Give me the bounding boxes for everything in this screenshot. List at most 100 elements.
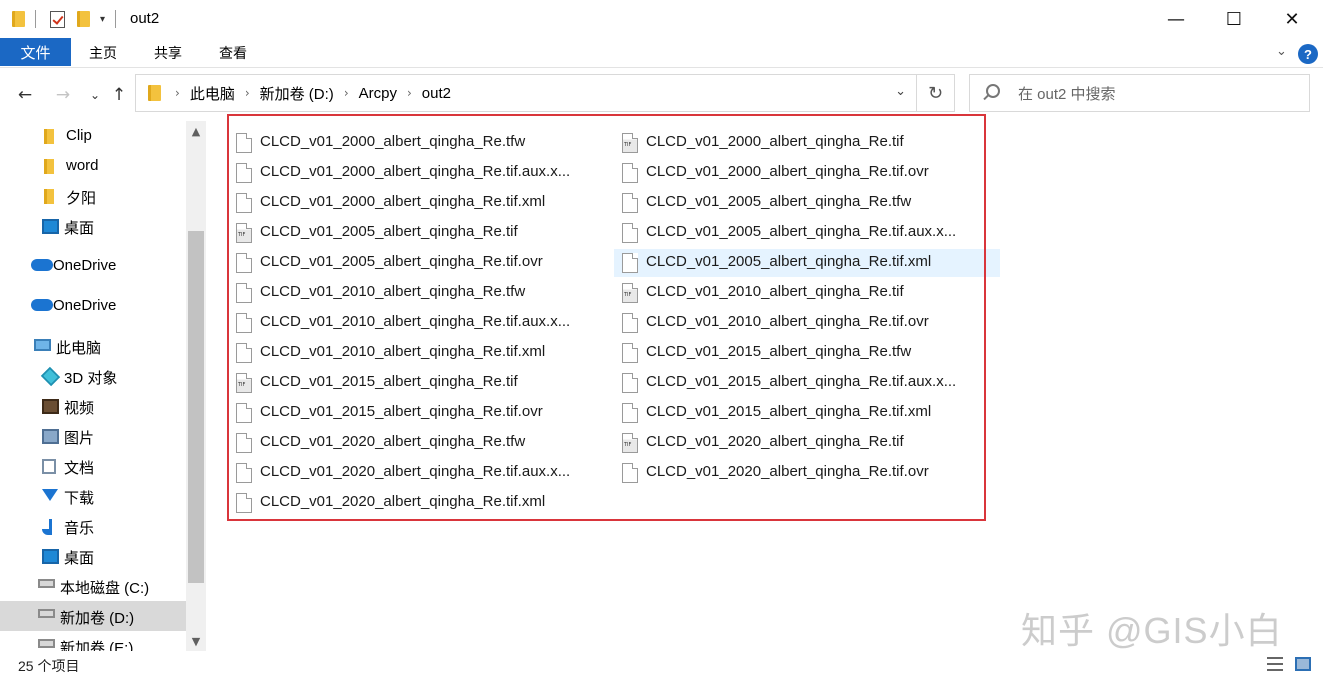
sidebar-item[interactable]: OneDrive [0, 291, 186, 321]
refresh-button[interactable]: ↻ [917, 74, 955, 112]
file-name: CLCD_v01_2000_albert_qingha_Re.tif.xml [260, 193, 546, 210]
minimize-button[interactable]: — [1147, 0, 1205, 38]
status-bar: 25 个项目 [0, 651, 1323, 680]
3d-objects-icon [40, 366, 61, 387]
file-item[interactable]: CLCD_v01_2000_albert_qingha_Re.tif.aux.x… [228, 159, 598, 187]
search-input[interactable] [1018, 83, 1298, 105]
tab-view[interactable]: 查看 [208, 38, 258, 67]
watermark: 知乎 @GIS小白 [1021, 610, 1283, 651]
expand-ribbon-chevron-down-icon[interactable]: ⌄ [1276, 44, 1287, 59]
customize-toolbar-chevron-down-icon[interactable]: ▾ [100, 14, 105, 25]
file-item[interactable]: CLCD_v01_2005_albert_qingha_Re.tif [228, 219, 598, 247]
file-item[interactable]: CLCD_v01_2015_albert_qingha_Re.tfw [614, 339, 1000, 367]
sidebar-item[interactable]: 视频 [0, 391, 186, 421]
large-icons-view-icon[interactable] [1295, 657, 1311, 671]
properties-icon[interactable] [50, 10, 65, 28]
file-item[interactable]: CLCD_v01_2015_albert_qingha_Re.tif [228, 369, 598, 397]
address-bar[interactable]: › 此电脑 › 新加卷 (D:) › Arcpy › out2 ⌄ [135, 74, 917, 112]
documents-icon [42, 459, 56, 474]
file-item[interactable]: CLCD_v01_2020_albert_qingha_Re.tfw [228, 429, 598, 457]
sidebar-item[interactable]: 夕阳 [0, 181, 186, 211]
sidebar-item[interactable]: 桌面 [0, 541, 186, 571]
file-item[interactable]: CLCD_v01_2005_albert_qingha_Re.tif.aux.x… [614, 219, 1000, 247]
file-item[interactable]: CLCD_v01_2000_albert_qingha_Re.tif [614, 129, 1000, 157]
file-name: CLCD_v01_2005_albert_qingha_Re.tif.ovr [260, 253, 543, 270]
back-arrow-icon[interactable]: ← [14, 84, 36, 106]
file-item[interactable]: CLCD_v01_2000_albert_qingha_Re.tif.xml [228, 189, 598, 217]
sidebar-item[interactable]: 桌面 [0, 211, 186, 241]
file-item[interactable]: CLCD_v01_2010_albert_qingha_Re.tif [614, 279, 1000, 307]
generic-file-icon [236, 193, 252, 213]
sidebar-item[interactable]: Clip [0, 121, 186, 151]
close-button[interactable]: ✕ [1263, 0, 1321, 38]
desktop-icon [42, 549, 59, 564]
downloads-icon [42, 489, 58, 501]
file-name: CLCD_v01_2005_albert_qingha_Re.tif.xml [646, 253, 932, 270]
sidebar-item[interactable]: 此电脑 [0, 331, 186, 361]
search-box[interactable] [969, 74, 1310, 112]
file-item[interactable]: CLCD_v01_2010_albert_qingha_Re.tif.ovr [614, 309, 1000, 337]
file-item[interactable]: CLCD_v01_2020_albert_qingha_Re.tif [614, 429, 1000, 457]
onedrive-icon [31, 299, 53, 311]
file-item[interactable]: CLCD_v01_2020_albert_qingha_Re.tif.aux.x… [228, 459, 598, 487]
file-item[interactable]: CLCD_v01_2005_albert_qingha_Re.tfw [614, 189, 1000, 217]
sidebar-item[interactable]: 本地磁盘 (C:) [0, 571, 186, 601]
scroll-down-icon[interactable]: ▼ [186, 631, 206, 651]
breadcrumb-drive-d[interactable]: 新加卷 (D:) [260, 83, 334, 104]
details-view-icon[interactable] [1267, 657, 1283, 671]
file-item[interactable]: CLCD_v01_2010_albert_qingha_Re.tfw [228, 279, 598, 307]
file-list-pane[interactable]: CLCD_v01_2000_albert_qingha_Re.tfw CLCD_v… [206, 121, 1323, 651]
sidebar-item-label: 新加卷 (E:) [60, 640, 134, 651]
scrollbar-thumb[interactable] [188, 231, 204, 583]
generic-file-icon [236, 403, 252, 423]
tif-image-file-icon [622, 283, 638, 303]
recent-locations-chevron-down-icon[interactable]: ⌄ [84, 84, 106, 106]
tab-share[interactable]: 共享 [143, 38, 193, 67]
file-item[interactable]: CLCD_v01_2000_albert_qingha_Re.tfw [228, 129, 598, 157]
music-icon [42, 519, 52, 535]
tab-home[interactable]: 主页 [78, 38, 128, 67]
sidebar-item-label: OneDrive [53, 257, 117, 274]
help-icon[interactable]: ? [1298, 44, 1318, 64]
up-arrow-icon[interactable]: ↑ [108, 84, 130, 106]
sidebar-item[interactable]: 文档 [0, 451, 186, 481]
file-item[interactable]: CLCD_v01_2010_albert_qingha_Re.tif.xml [228, 339, 598, 367]
generic-file-icon [236, 133, 252, 153]
sidebar-item[interactable]: 音乐 [0, 511, 186, 541]
file-item[interactable]: CLCD_v01_2015_albert_qingha_Re.tif.aux.x… [614, 369, 1000, 397]
breadcrumb-chevron-icon[interactable]: › [175, 86, 180, 100]
file-item[interactable]: CLCD_v01_2005_albert_qingha_Re.tif.xml [614, 249, 1000, 277]
sidebar-item[interactable]: 新加卷 (E:) [0, 631, 186, 651]
address-history-chevron-down-icon[interactable]: ⌄ [895, 84, 906, 99]
file-item[interactable]: CLCD_v01_2010_albert_qingha_Re.tif.aux.x… [228, 309, 598, 337]
breadcrumb-out2[interactable]: out2 [422, 85, 451, 102]
onedrive-icon [31, 259, 53, 271]
sidebar-item-label: 3D 对象 [64, 370, 118, 387]
file-item[interactable]: CLCD_v01_2015_albert_qingha_Re.tif.xml [614, 399, 1000, 427]
file-item[interactable]: CLCD_v01_2020_albert_qingha_Re.tif.ovr [614, 459, 1000, 487]
new-folder-icon[interactable] [77, 11, 90, 27]
sidebar-item[interactable]: OneDrive [0, 251, 186, 281]
sidebar-item[interactable]: 下载 [0, 481, 186, 511]
breadcrumb-chevron-icon[interactable]: › [245, 86, 250, 100]
file-item[interactable]: CLCD_v01_2005_albert_qingha_Re.tif.ovr [228, 249, 598, 277]
breadcrumb-this-pc[interactable]: 此电脑 [190, 83, 235, 104]
sidebar-item[interactable]: 图片 [0, 421, 186, 451]
file-item[interactable]: CLCD_v01_2000_albert_qingha_Re.tif.ovr [614, 159, 1000, 187]
file-item[interactable]: CLCD_v01_2020_albert_qingha_Re.tif.xml [228, 489, 598, 517]
file-item[interactable]: CLCD_v01_2015_albert_qingha_Re.tif.ovr [228, 399, 598, 427]
sidebar-item[interactable]: 3D 对象 [0, 361, 186, 391]
breadcrumb-arcpy[interactable]: Arcpy [359, 85, 397, 102]
scroll-up-icon[interactable]: ▲ [186, 121, 206, 141]
maximize-button[interactable]: ☐ [1205, 0, 1263, 38]
breadcrumb-chevron-icon[interactable]: › [407, 86, 412, 100]
navigation-pane-scrollbar[interactable]: ▲ ▼ [186, 121, 206, 651]
forward-arrow-icon[interactable]: → [52, 84, 74, 106]
file-name: CLCD_v01_2005_albert_qingha_Re.tif.aux.x… [646, 223, 957, 240]
sidebar-item[interactable]: word [0, 151, 186, 181]
sidebar-item[interactable]: 新加卷 (D:) [0, 601, 186, 631]
folder-icon [44, 159, 54, 174]
generic-file-icon [622, 343, 638, 363]
tab-file[interactable]: 文件 [0, 38, 71, 66]
breadcrumb-chevron-icon[interactable]: › [344, 86, 349, 100]
